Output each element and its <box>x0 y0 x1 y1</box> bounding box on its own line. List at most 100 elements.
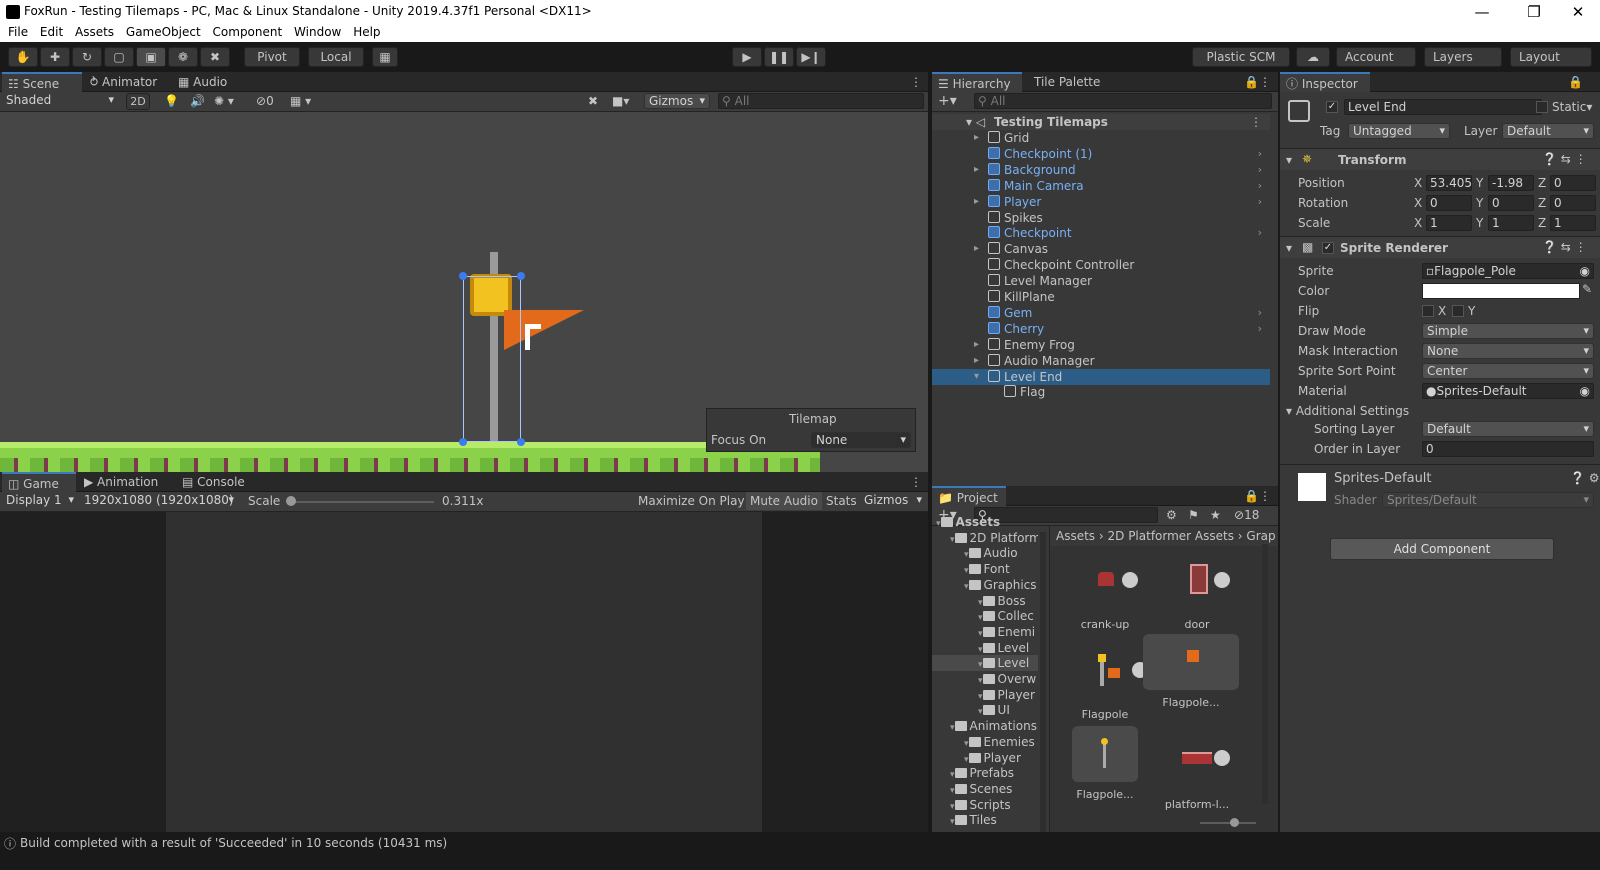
camera-icon[interactable]: ■▾ <box>612 94 629 108</box>
project-lock-icon[interactable]: 🔒⋮ <box>1238 486 1277 506</box>
handle-tl[interactable] <box>459 272 467 280</box>
grid-icon[interactable]: ▦ ▾ <box>290 94 311 108</box>
scale-y-field[interactable]: 1 <box>1488 215 1534 231</box>
layer-dropdown[interactable]: Default <box>1502 123 1594 139</box>
asset-flagpole-flag[interactable]: Flagpole... <box>1142 634 1240 709</box>
color-swatch[interactable] <box>1422 283 1580 299</box>
selection-rect[interactable] <box>463 276 521 442</box>
axis-label[interactable]: Y <box>1476 216 1483 230</box>
favorites-icon[interactable]: ★ <box>1210 508 1221 522</box>
additional-settings-foldout[interactable]: ▾ Additional Settings <box>1286 404 1409 418</box>
resolution-dropdown[interactable]: 1920x1080 (1920x1080) <box>80 493 238 509</box>
project-tree-item[interactable]: ▾ 2D Platform <box>932 530 1038 546</box>
game-more-menu-icon[interactable]: ⋮ <box>904 472 928 492</box>
prefab-open-icon[interactable]: › <box>1258 194 1262 210</box>
effects-icon[interactable]: ✺ ▾ <box>214 94 234 108</box>
tab-inspector[interactable]: ⓘ Inspector <box>1280 72 1370 92</box>
create-button[interactable]: +▾ <box>938 93 957 109</box>
project-tree-item[interactable]: ▾ Enemi <box>932 624 1038 640</box>
rotation-y-field[interactable]: 0 <box>1488 195 1534 211</box>
shader-dropdown[interactable]: Sprites/Default <box>1382 492 1594 508</box>
lock-icon[interactable]: 🔒⋮ <box>1238 72 1277 92</box>
pivot-toggle[interactable]: Pivot <box>244 47 300 67</box>
order-in-layer-field[interactable]: 0 <box>1422 441 1594 457</box>
sprite-field[interactable]: ▫Flagpole_Pole ◉ <box>1422 263 1594 279</box>
maximize-on-play-toggle[interactable]: Maximize On Play <box>638 494 745 508</box>
hierarchy-item[interactable]: ▸ Player › <box>932 194 1270 210</box>
step-button[interactable]: ▶❙ <box>796 47 826 67</box>
flip-y-checkbox[interactable] <box>1452 305 1464 317</box>
tree-scrollbar[interactable] <box>1040 532 1046 834</box>
scale-tool-icon[interactable]: ▢ <box>104 47 134 67</box>
position-y-field[interactable]: -1.98 <box>1488 175 1534 191</box>
tab-game[interactable]: ◫ Game <box>2 472 76 492</box>
assets-scrollbar[interactable] <box>1262 544 1268 804</box>
menu-window[interactable]: Window <box>286 24 341 39</box>
cloud-icon[interactable]: ☁ <box>1296 47 1330 67</box>
gizmos-dropdown[interactable]: Gizmos <box>644 93 710 109</box>
axis-label[interactable]: Y <box>1476 196 1483 210</box>
flip-x-checkbox[interactable] <box>1422 305 1434 317</box>
sr-help-icon[interactable]: ❔ ⇆ ⋮ <box>1542 240 1587 254</box>
play-button[interactable]: ▶ <box>732 47 762 67</box>
handle-bl[interactable] <box>459 438 467 446</box>
hand-tool-icon[interactable]: ✋ <box>8 47 38 67</box>
scene-menu-icon[interactable]: ⋮ <box>1250 114 1262 130</box>
project-tree-item[interactable]: ▾ Enemies <box>932 734 1038 750</box>
prefab-open-icon[interactable]: › <box>1258 162 1262 178</box>
breadcrumb-2d[interactable]: 2D Platformer Assets <box>1108 529 1234 543</box>
rotation-z-field[interactable]: 0 <box>1550 195 1596 211</box>
project-tree-item[interactable]: ▾ Level <box>932 655 1038 672</box>
hierarchy-item[interactable]: ▸ Canvas <box>932 241 1270 257</box>
hierarchy-item[interactable]: Gem › <box>932 305 1270 321</box>
handle-br[interactable] <box>517 438 525 446</box>
tag-dropdown[interactable]: Untagged <box>1348 123 1450 139</box>
hierarchy-item[interactable]: ▾ Level End <box>932 368 1270 385</box>
help-icon[interactable]: ❔ ⇆ ⋮ <box>1542 152 1587 166</box>
project-tree-item[interactable]: ▾ UI <box>932 702 1038 718</box>
mute-audio-toggle[interactable]: Mute Audio <box>746 492 822 510</box>
focus-on-dropdown[interactable]: None <box>811 432 911 448</box>
scale-x-field[interactable]: 1 <box>1426 215 1472 231</box>
scale-slider-thumb[interactable] <box>286 496 296 506</box>
menu-help[interactable]: Help <box>345 24 380 39</box>
status-message[interactable]: Build completed with a result of 'Succee… <box>20 836 447 850</box>
lighting-icon[interactable]: 💡 <box>164 94 179 108</box>
scene-root[interactable]: ▾ ◁ Testing Tilemaps ⋮ <box>932 114 1270 130</box>
project-tree-item[interactable]: ▾ Tiles <box>932 812 1038 828</box>
tab-console[interactable]: ▤ Console <box>176 472 256 492</box>
project-tree-item[interactable]: ▾ Boss <box>932 593 1038 609</box>
asset-door[interactable]: door <box>1162 556 1232 631</box>
search-by-type-icon[interactable]: ⚙ <box>1166 508 1177 522</box>
scene-viewport[interactable]: Tilemap Focus On None <box>0 112 928 472</box>
transform-tool-icon[interactable]: ❁ <box>168 47 198 67</box>
expand-arrow-icon[interactable]: ▾ <box>974 369 979 385</box>
shading-dropdown[interactable]: Shaded <box>2 93 118 109</box>
hidden-objects-icon[interactable]: ⊘0 <box>256 94 274 108</box>
tab-project[interactable]: 📁 Project <box>932 486 1006 506</box>
static-dropdown[interactable]: Static▾ <box>1552 100 1592 114</box>
axis-label[interactable]: X <box>1414 216 1422 230</box>
project-tree-item[interactable]: ▾ Overw <box>932 671 1038 687</box>
tab-tile-palette[interactable]: Tile Palette <box>1028 72 1124 92</box>
project-tree-item[interactable]: ▾ Scenes <box>932 781 1038 797</box>
expand-arrow-icon[interactable]: ▸ <box>974 353 979 369</box>
icon-size-thumb[interactable] <box>1230 818 1239 827</box>
project-tree-item[interactable]: ▾ Animations <box>932 718 1038 734</box>
project-tree-item[interactable]: ▾ Player <box>932 750 1038 766</box>
project-tree-item[interactable]: ▾ Player <box>932 687 1038 703</box>
project-tree-item[interactable]: ▾ Level <box>932 640 1038 656</box>
local-toggle[interactable]: Local <box>308 47 364 67</box>
menu-edit[interactable]: Edit <box>32 24 63 39</box>
sprite-sort-point-dropdown[interactable]: Center <box>1422 363 1594 379</box>
tab-animation[interactable]: ▶ Animation <box>78 472 166 492</box>
move-tool-icon[interactable]: ✚ <box>40 47 70 67</box>
layout-dropdown[interactable]: Layout <box>1510 47 1592 67</box>
close-button[interactable]: ✕ <box>1558 2 1598 22</box>
hierarchy-item[interactable]: Level Manager <box>932 273 1270 289</box>
hierarchy-item[interactable]: Cherry › <box>932 321 1270 337</box>
static-checkbox[interactable] <box>1536 101 1548 113</box>
scene-search-input[interactable]: ⚲ All <box>718 93 924 109</box>
minimize-button[interactable]: — <box>1462 2 1502 22</box>
expand-arrow-icon[interactable]: ▸ <box>974 130 979 146</box>
